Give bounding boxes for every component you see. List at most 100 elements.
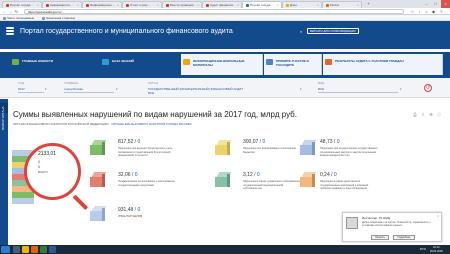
explorer-icon[interactable] (22, 246, 29, 253)
category-value[interactable]: 48,73 / 0 (320, 139, 339, 145)
browser-tab-active[interactable]: Портал госуда… × (242, 1, 282, 8)
browser-tab[interactable]: Дзен × (282, 1, 322, 8)
bookmark-folder-icon (3, 16, 6, 20)
language-indicator[interactable]: РУС (420, 247, 426, 251)
browser-tab[interactable]: инфорация по… × (42, 1, 82, 8)
favicon-icon (6, 3, 9, 7)
nav-participate[interactable]: ПРИМИТЕ УЧАСТИЕ В ГОСАУДИТЕ (264, 54, 322, 75)
property-violations-icon[interactable] (215, 172, 232, 187)
accounting-violations-icon[interactable] (90, 140, 107, 155)
total-label: ВСЕГО (38, 170, 48, 174)
nav-main-news[interactable]: ГЛАВНЫЕ НОВОСТИ (10, 54, 80, 75)
share-icon[interactable]: ⇪ (420, 112, 426, 118)
nav-label: ГЛАВНЫЕ НОВОСТИ (22, 59, 54, 63)
favicon-icon (46, 3, 49, 7)
url-input[interactable]: https://portal.audit.gov.ru/ (24, 9, 404, 14)
category-description: Нарушения при ведении бухгалтерского уче… (118, 147, 173, 157)
favicon-icon (206, 3, 209, 7)
category-value[interactable]: 0,24 / 0 (320, 172, 337, 178)
nav-knowledge-base[interactable]: БАЗА ЗНАНИЙ (100, 54, 170, 75)
other-violations-icon[interactable] (90, 206, 107, 221)
browser-tab[interactable]: Реестр проверок… × (162, 1, 202, 8)
category-description: Неэффективное использование и распоряжен… (118, 180, 175, 187)
info-icon[interactable]: ⓘ (436, 112, 442, 118)
filter-year-label: ГОД (18, 81, 24, 85)
portal-nav: ГЛАВНЫЕ НОВОСТИ БАЗА ЗНАНИЙ ИНФОРМАЦИОНН… (0, 52, 450, 78)
extension-icon[interactable]: ◆ (431, 9, 436, 14)
filter-type-select[interactable]: ВСЕ (318, 87, 398, 93)
category-value[interactable]: 300,07 / 0 (243, 139, 265, 145)
chevron-down-icon[interactable]: ▾ (45, 87, 47, 91)
search-taskbar-icon[interactable] (13, 246, 20, 253)
bookmark-label: Часто посещаемые (7, 16, 35, 20)
minimize-icon[interactable]: – (422, 0, 431, 8)
category-value[interactable]: 32,06 / 0 (118, 172, 137, 178)
vision-impaired-button[interactable]: ВЕРСИЯ ДЛЯ СЛАБОВИДЯЩИХ (307, 28, 359, 34)
budget-violations-icon[interactable] (215, 140, 232, 155)
bookmark-page-icon (42, 16, 45, 20)
excel-icon[interactable] (40, 246, 47, 253)
reset-filters-icon[interactable]: ↺ (424, 84, 432, 92)
filter-level-select[interactable]: город Москва (64, 87, 114, 93)
chevron-down-icon[interactable]: ▾ (116, 87, 118, 91)
browser-tab[interactable]: Портал госуда… × (2, 1, 42, 8)
browser-tab[interactable]: Firefox × (322, 1, 362, 8)
clock-date: 29.01.2018 (430, 249, 443, 253)
category-value[interactable]: 3,12 / 0 (243, 172, 260, 178)
maximize-icon[interactable]: □ (431, 0, 440, 8)
chart-icon (183, 59, 190, 65)
browser-tab[interactable]: Информационн… × (82, 1, 122, 8)
procurement-violations-icon[interactable] (300, 140, 317, 155)
downloads-icon[interactable]: ↓ (417, 9, 422, 14)
new-tab-icon[interactable]: + (364, 0, 373, 8)
filter-year-select[interactable]: 2017 (18, 87, 44, 93)
firefox-icon[interactable] (31, 246, 38, 253)
menu-icon[interactable]: ≡ (439, 9, 444, 14)
corporations-violations-icon[interactable] (300, 172, 317, 187)
window-close-icon[interactable]: × (441, 0, 450, 8)
bookmark-star-icon[interactable]: ☆ (410, 9, 415, 14)
body-selector-label: ВЫБОР ОРГАНА (1, 106, 5, 130)
portal-logo-icon[interactable] (6, 27, 14, 35)
search-icon[interactable]: ⌕ (300, 29, 302, 34)
home-icon[interactable]: ⌂ (424, 9, 429, 14)
print-icon[interactable]: ⎙ (412, 112, 418, 118)
start-icon[interactable] (1, 246, 10, 253)
magnifier-handle (72, 194, 89, 211)
clock[interactable]: 10:13 29.01.2018 (430, 246, 443, 253)
filter-body-subvalue[interactable]: ВСЕ (148, 91, 154, 95)
total-sub-value: 0 (38, 164, 41, 169)
chevron-down-icon[interactable]: ▾ (400, 87, 402, 91)
browser-tab[interactable]: Отчёт о резу… × (122, 1, 162, 8)
notification-accept-button[interactable]: Принять (371, 235, 389, 240)
notification-close-icon[interactable]: × (437, 214, 439, 218)
tab-label: Портал госуда… (10, 3, 34, 7)
back-icon[interactable]: ← (2, 9, 7, 14)
category-value[interactable]: 931,48 / 0 (118, 207, 140, 213)
word-icon[interactable] (49, 246, 56, 253)
notification-text: Добро пожаловать на портал. Пожалуйста, … (362, 221, 431, 227)
nav-audit-results[interactable]: РЕЗУЛЬТАТЫ АУДИТА С УЧАСТИЕМ ГРАЖДАН (323, 54, 443, 75)
forward-icon[interactable]: → (8, 9, 13, 14)
tab-label: Firefox (330, 3, 340, 7)
notification-popup: Инсталлер, ГК НМЦ × Добро пожаловать на … (342, 212, 442, 242)
breadcrumb-current[interactable]: ОРГАНЫ ФИНАНСОВОГО КОНТРОЛЯ ГОРОДА МОСКВ… (111, 122, 191, 126)
notification-more-button[interactable]: Подробнее (393, 235, 415, 240)
breadcrumb-root[interactable]: ОРГАНЫ ФИНАНСОВОГО КОНТРОЛЯ РОССИЙСКОЙ Ф… (13, 122, 109, 126)
favicon-icon (286, 3, 289, 7)
bookmark-label: Начальная страница (46, 16, 76, 20)
nav-visual-materials[interactable]: ИНФОРМАЦИОННО-ВИЗУАЛЬНЫЕ МАТЕРИАЛЫ (181, 54, 263, 75)
browser-tab[interactable]: Аудит финансов… × (202, 1, 242, 8)
filter-body-select[interactable]: ГОСУДАРСТВЕННЫЙ (МУНИЦИПАЛЬНЫЙ) ФИНАНСОВ… (148, 87, 298, 92)
category-value[interactable]: 817,52 / 0 (118, 139, 140, 145)
inefficient-use-icon[interactable] (90, 172, 107, 187)
favicon-icon (126, 3, 129, 7)
browser-tabbar: Портал госуда… × инфорация по… × Информаци… (0, 0, 450, 8)
reload-icon[interactable]: ↻ (14, 9, 19, 14)
portal-title[interactable]: Портал государственного и муниципального… (20, 27, 233, 36)
settings-icon[interactable]: ⚙ (428, 112, 434, 118)
chevron-down-icon[interactable]: ▾ (300, 87, 302, 91)
filter-body-label: ОРГАН (148, 81, 158, 85)
category-description: ИНЫЕ НАРУШЕНИЯ (118, 215, 143, 218)
tab-label: Информационн… (90, 3, 115, 7)
